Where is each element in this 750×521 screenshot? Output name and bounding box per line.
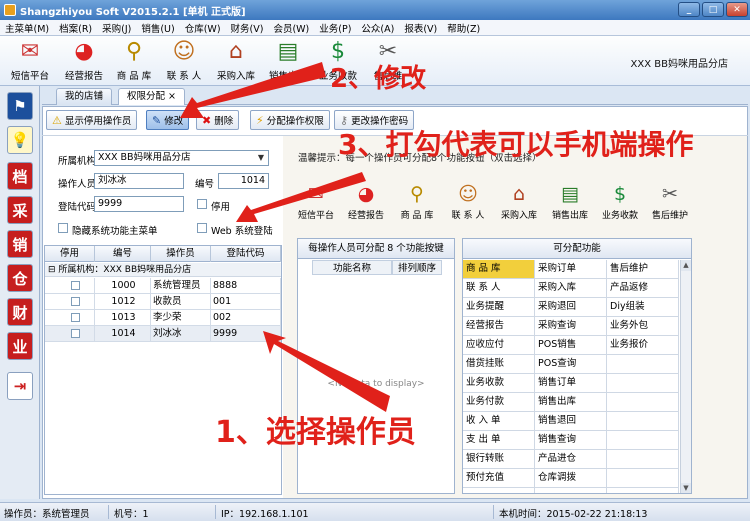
- annotation-step1: 1、选择操作员: [215, 415, 416, 450]
- arrow-to-edit: [180, 62, 326, 118]
- annotation-step3: 3、打勾代表可以手机端操作: [338, 128, 694, 161]
- annotation-step2: 2、修改: [330, 64, 427, 94]
- arrow-to-checkbox: [236, 172, 366, 222]
- arrow-to-operator: [263, 331, 390, 412]
